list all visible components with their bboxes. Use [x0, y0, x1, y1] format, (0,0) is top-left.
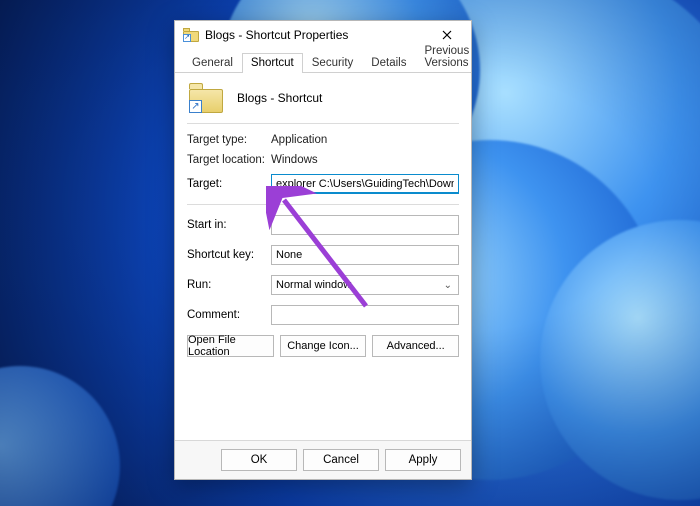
shortcut-large-icon: ↗	[189, 83, 223, 113]
divider	[187, 123, 459, 124]
tab-general[interactable]: General	[183, 53, 242, 73]
cancel-button[interactable]: Cancel	[303, 449, 379, 471]
tab-shortcut[interactable]: Shortcut	[242, 53, 303, 73]
tab-previous-versions[interactable]: Previous Versions	[415, 41, 478, 73]
run-combobox[interactable]: Normal window ⌄	[271, 275, 459, 295]
tab-details[interactable]: Details	[362, 53, 415, 73]
comment-input[interactable]	[271, 305, 459, 325]
target-location-label: Target location:	[187, 154, 271, 166]
tab-strip: General Shortcut Security Details Previo…	[175, 49, 471, 73]
shortcut-folder-icon: ↗	[183, 28, 199, 42]
chevron-down-icon: ⌄	[444, 280, 454, 291]
divider	[187, 204, 459, 205]
target-input[interactable]	[271, 174, 459, 194]
properties-dialog: ↗ Blogs - Shortcut Properties General Sh…	[174, 20, 472, 480]
startin-input[interactable]	[271, 215, 459, 235]
run-label: Run:	[187, 279, 271, 291]
ok-button[interactable]: OK	[221, 449, 297, 471]
change-icon-button[interactable]: Change Icon...	[280, 335, 367, 357]
shortcut-name: Blogs - Shortcut	[237, 91, 322, 105]
open-file-location-button[interactable]: Open File Location	[187, 335, 274, 357]
target-location-value: Windows	[271, 154, 318, 166]
apply-button[interactable]: Apply	[385, 449, 461, 471]
advanced-button[interactable]: Advanced...	[372, 335, 459, 357]
target-label: Target:	[187, 178, 271, 190]
shortcutkey-label: Shortcut key:	[187, 249, 271, 261]
target-type-label: Target type:	[187, 134, 271, 146]
shortcut-panel: ↗ Blogs - Shortcut Target type: Applicat…	[175, 73, 471, 440]
startin-label: Start in:	[187, 219, 271, 231]
target-type-value: Application	[271, 134, 327, 146]
run-value: Normal window	[276, 279, 351, 291]
window-title: Blogs - Shortcut Properties	[205, 28, 429, 42]
comment-label: Comment:	[187, 309, 271, 321]
tab-security[interactable]: Security	[303, 53, 363, 73]
dialog-footer: OK Cancel Apply	[175, 440, 471, 479]
shortcutkey-input[interactable]	[271, 245, 459, 265]
